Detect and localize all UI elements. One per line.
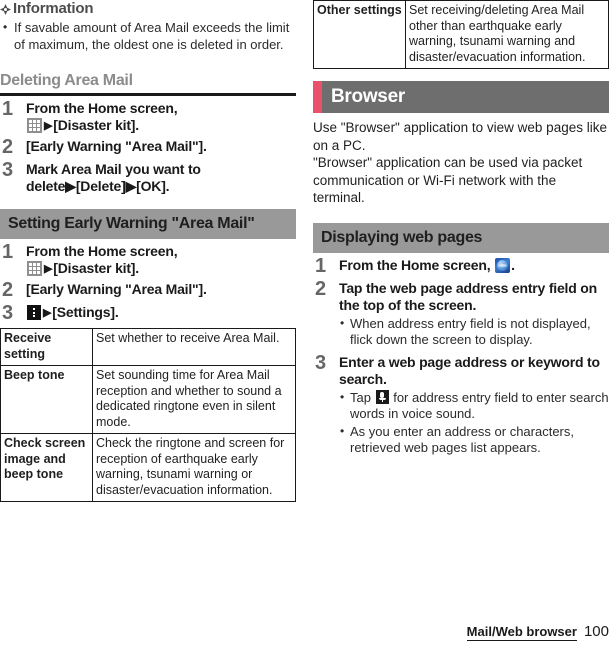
step-text: From the Home screen, bbox=[339, 256, 491, 273]
table-cell-key: Beep tone bbox=[0, 365, 93, 434]
microphone-icon bbox=[375, 389, 389, 404]
list-item: If savable amount of Area Mail exceeds t… bbox=[0, 19, 296, 53]
step-text-after: . bbox=[511, 256, 515, 273]
list-item: As you enter an address or characters, r… bbox=[339, 423, 609, 457]
step-number: 2 bbox=[2, 136, 14, 158]
diamond-bullet-icon bbox=[0, 3, 11, 15]
step-item: 2 [Early Warning "Area Mail"]. bbox=[0, 279, 296, 301]
step-number: 2 bbox=[315, 277, 327, 300]
step-number: 3 bbox=[315, 351, 327, 374]
step-text: From the Home screen, bbox=[26, 100, 178, 116]
browser-section-title: Browser bbox=[331, 86, 405, 107]
information-heading: Information bbox=[0, 0, 296, 18]
step-number: 3 bbox=[2, 159, 14, 181]
table-cell-key: Other settings bbox=[313, 0, 406, 69]
app-drawer-icon bbox=[27, 118, 42, 133]
step-number: 2 bbox=[2, 279, 14, 301]
setting-early-warning-heading: Setting Early Warning "Area Mail" bbox=[0, 209, 296, 239]
step-subbullet-list: Tap for address entry field to enter sea… bbox=[339, 389, 609, 457]
subbullet-text-before: Tap bbox=[350, 389, 371, 405]
step-text: Tap the web page address entry field on … bbox=[339, 279, 597, 313]
table-row: Receive setting Set whether to receive A… bbox=[0, 328, 296, 366]
browser-intro-paragraph-1: Use "Browser" application to view web pa… bbox=[313, 120, 607, 153]
browser-intro-paragraph-2: "Browser" application can be used via pa… bbox=[313, 155, 583, 205]
step-text-after: [Disaster kit]. bbox=[53, 260, 139, 276]
list-item: Tap for address entry field to enter sea… bbox=[339, 389, 609, 423]
step-number: 1 bbox=[2, 98, 14, 120]
arrow-icon: ▶ bbox=[44, 120, 53, 132]
settings-table: Receive setting Set whether to receive A… bbox=[0, 328, 296, 502]
menu-dots-icon bbox=[27, 305, 41, 320]
right-column: Other settings Set receiving/deleting Ar… bbox=[313, 0, 609, 459]
browser-section-banner: Browser bbox=[313, 81, 609, 113]
table-cell-key: Receive setting bbox=[0, 328, 93, 366]
step-subbullet-list: When address entry field is not displaye… bbox=[339, 315, 609, 349]
accent-bar bbox=[313, 81, 322, 113]
page-footer: Mail/Web browser 100 bbox=[466, 623, 609, 641]
step-text: [Early Warning "Area Mail"]. bbox=[26, 281, 207, 297]
information-block: Information If savable amount of Area Ma… bbox=[0, 0, 296, 53]
table-cell-value: Set whether to receive Area Mail. bbox=[92, 328, 296, 366]
table-row: Other settings Set receiving/deleting Ar… bbox=[313, 0, 609, 69]
step-number: 1 bbox=[2, 241, 14, 263]
step-item: 2 [Early Warning "Area Mail"]. bbox=[0, 136, 296, 158]
subbullet-text-after: for address entry field to enter search … bbox=[350, 389, 609, 422]
step-item: 2 Tap the web page address entry field o… bbox=[313, 277, 609, 350]
table-cell-value: Set sounding time for Area Mail receptio… bbox=[92, 365, 296, 434]
information-bullet-list: If savable amount of Area Mail exceeds t… bbox=[0, 19, 296, 53]
arrow-icon: ▶ bbox=[44, 263, 53, 275]
list-item: When address entry field is not displaye… bbox=[339, 315, 609, 349]
step-text: From the Home screen, bbox=[26, 243, 178, 259]
manual-page: Information If savable amount of Area Ma… bbox=[0, 0, 609, 645]
step-text: Mark Area Mail you want to delete▶[Delet… bbox=[26, 161, 201, 194]
step-text-after: [Disaster kit]. bbox=[53, 117, 139, 133]
step-item: 1 From the Home screen, ▶[Disaster kit]. bbox=[0, 98, 296, 134]
app-drawer-icon bbox=[27, 261, 42, 276]
arrow-icon: ▶ bbox=[43, 307, 52, 319]
table-row: Check screen image and beep tone Check t… bbox=[0, 433, 296, 502]
table-cell-value: Set receiving/deleting Area Mail other t… bbox=[405, 0, 609, 69]
step-number: 3 bbox=[2, 302, 14, 324]
step-item: 3 Enter a web page address or keyword to… bbox=[313, 351, 609, 458]
step-item: 3 ▶[Settings]. bbox=[0, 302, 296, 324]
information-heading-label: Information bbox=[13, 0, 94, 17]
settings-table-continued: Other settings Set receiving/deleting Ar… bbox=[313, 0, 609, 69]
table-cell-value: Check the ringtone and screen for recept… bbox=[92, 433, 296, 502]
table-cell-key: Check screen image and beep tone bbox=[0, 433, 93, 502]
page-number: 100 bbox=[583, 623, 609, 640]
step-item: 1 From the Home screen, ▶[Disaster kit]. bbox=[0, 241, 296, 277]
step-text: [Early Warning "Area Mail"]. bbox=[26, 138, 207, 154]
table-row: Beep tone Set sounding time for Area Mai… bbox=[0, 365, 296, 434]
step-text-after: [Settings]. bbox=[52, 304, 119, 320]
step-item: 1 From the Home screen, . bbox=[313, 254, 609, 277]
step-item: 3 Mark Area Mail you want to delete▶[Del… bbox=[0, 159, 296, 195]
browser-icon bbox=[495, 257, 511, 273]
step-number: 1 bbox=[315, 254, 327, 277]
left-column: Information If savable amount of Area Ma… bbox=[0, 0, 296, 502]
deleting-area-mail-heading: Deleting Area Mail bbox=[0, 63, 296, 96]
breadcrumb: Mail/Web browser bbox=[466, 624, 577, 641]
step-text: Enter a web page address or keyword to s… bbox=[339, 353, 600, 387]
column-divider bbox=[304, 0, 305, 615]
displaying-web-pages-heading: Displaying web pages bbox=[313, 222, 609, 253]
